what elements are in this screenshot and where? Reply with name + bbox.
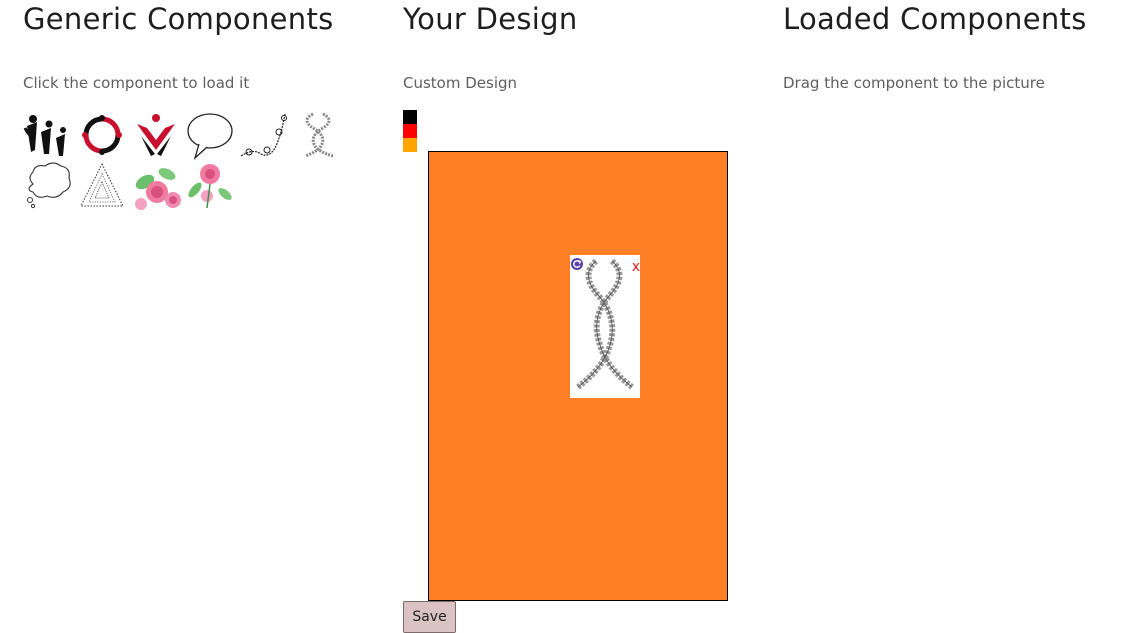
placed-component[interactable]: x	[570, 255, 640, 398]
design-canvas[interactable]: x	[428, 151, 728, 601]
swatch-black[interactable]	[403, 110, 417, 124]
rotate-icon[interactable]	[570, 256, 584, 270]
generic-components-subtitle: Click the component to load it	[23, 74, 250, 92]
thought-cloud-icon	[27, 162, 71, 209]
generic-components-title: Generic Components	[23, 2, 334, 36]
component-rose-branch[interactable]	[185, 160, 235, 210]
design-title: Your Design	[403, 2, 578, 36]
swatch-orange[interactable]	[403, 138, 417, 152]
component-ornament-corner[interactable]	[239, 110, 289, 160]
save-button[interactable]: Save	[403, 601, 456, 633]
remove-component-button[interactable]: x	[632, 260, 640, 274]
loaded-components-subtitle: Drag the component to the picture	[783, 74, 1045, 92]
component-circle-figures[interactable]	[77, 110, 127, 160]
circle-figures-icon	[82, 115, 122, 155]
component-speech-bubble[interactable]	[185, 110, 235, 160]
red-figure-icon	[137, 114, 175, 156]
component-lace-triangle[interactable]	[77, 160, 127, 210]
component-thought-cloud[interactable]	[23, 160, 73, 210]
lace-triangle-icon	[80, 162, 124, 207]
speech-bubble-icon	[187, 113, 233, 160]
rose-bouquet-icon	[135, 168, 181, 210]
color-swatches	[403, 110, 417, 152]
component-rose-bouquet[interactable]	[131, 160, 181, 210]
design-subtitle: Custom Design	[403, 74, 518, 92]
component-red-figure[interactable]	[131, 110, 181, 160]
ornament-corner-icon	[240, 113, 287, 157]
swatch-red[interactable]	[403, 124, 417, 138]
rope-icon	[576, 258, 634, 390]
people-figures-icon	[23, 115, 66, 156]
rose-branch-icon	[188, 164, 232, 209]
rope-icon	[304, 112, 334, 158]
loaded-components-title: Loaded Components	[783, 2, 1087, 36]
component-rope[interactable]	[293, 110, 343, 160]
component-people-figures[interactable]	[23, 110, 73, 160]
